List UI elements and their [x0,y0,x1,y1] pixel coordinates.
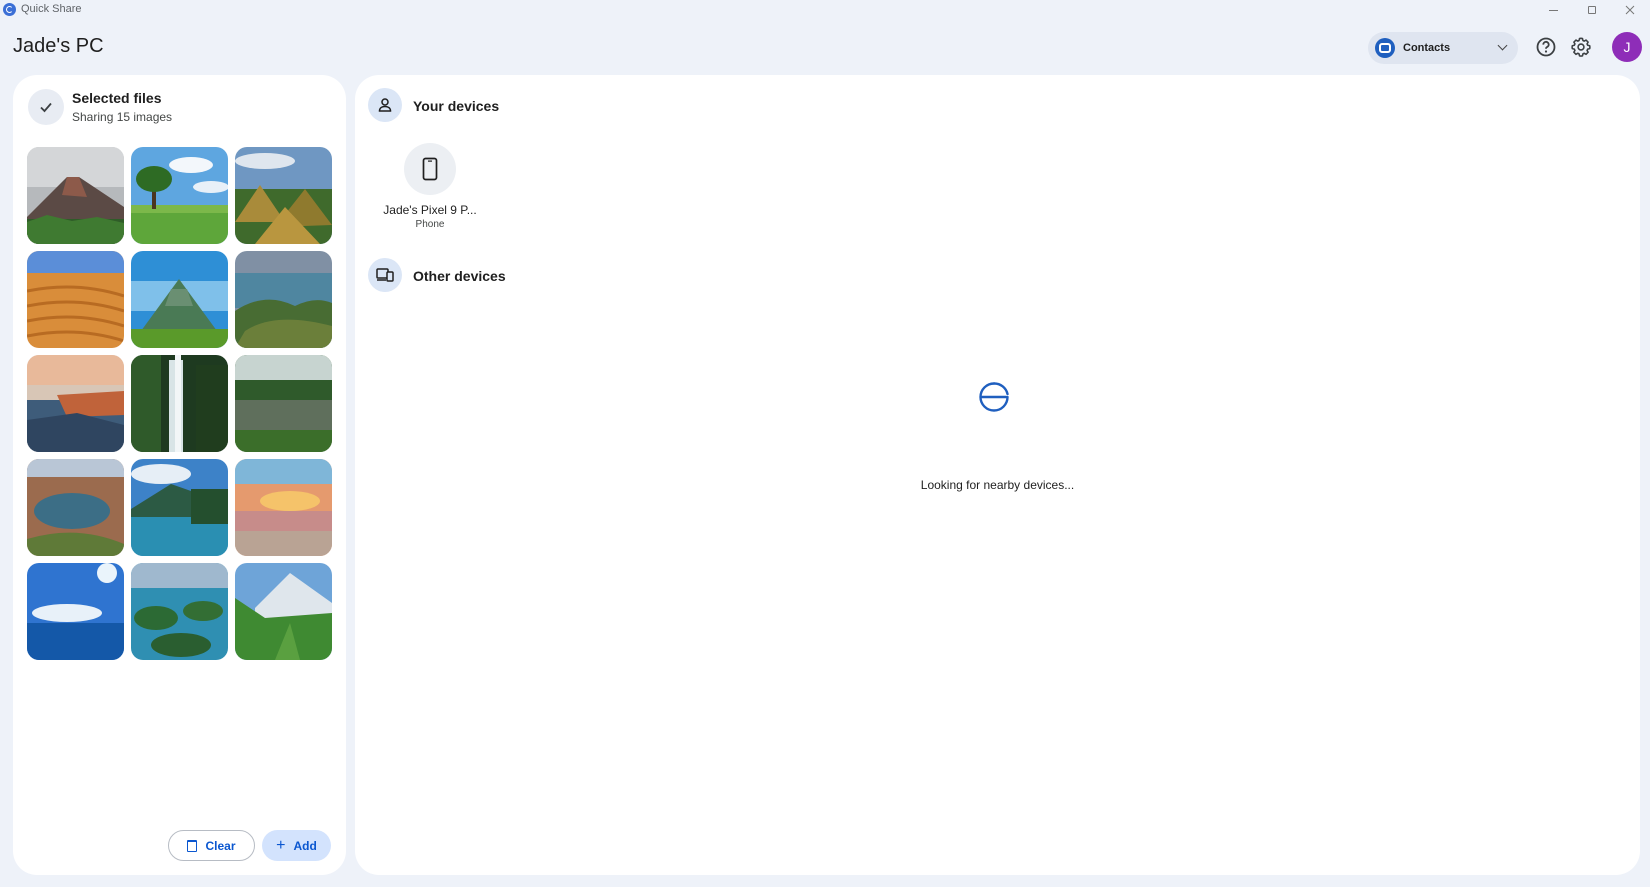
other-devices-title: Other devices [413,268,506,284]
help-icon[interactable] [1535,36,1557,58]
loading-spinner-icon [979,382,1009,412]
image-thumbnail[interactable] [131,355,228,452]
selected-files-title: Selected files [72,90,162,106]
quick-share-logo-icon [3,3,16,16]
clear-button[interactable]: Clear [168,830,255,861]
image-thumbnail[interactable] [235,355,332,452]
image-thumbnail[interactable] [235,459,332,556]
searching-status: Looking for nearby devices... [920,478,1075,492]
app-title: Quick Share [21,3,82,15]
image-thumbnail[interactable] [235,147,332,244]
device-type: Phone [415,219,445,230]
image-thumbnail[interactable] [27,355,124,452]
image-grid [27,147,333,660]
add-button[interactable]: + Add [262,830,331,861]
devices-panel: Your devices Jade's Pixel 9 P... Phone O… [355,75,1640,875]
image-thumbnail[interactable] [131,563,228,660]
devices-icon [368,258,402,292]
phone-icon [404,143,456,195]
title-bar: Quick Share [0,0,1650,20]
your-devices-title: Your devices [413,98,500,114]
trash-icon [187,839,198,852]
add-label: Add [293,838,317,853]
close-icon [1625,5,1635,15]
image-thumbnail[interactable] [235,563,332,660]
image-thumbnail[interactable] [131,147,228,244]
person-icon [368,88,402,122]
visibility-label: Contacts [1403,42,1451,54]
image-thumbnail[interactable] [27,147,124,244]
image-thumbnail[interactable] [235,251,332,348]
image-thumbnail[interactable] [27,251,124,348]
device-name-title: Jade's PC [13,35,104,57]
minimize-button[interactable] [1535,0,1571,20]
selected-files-panel: Selected files Sharing 15 images Clear +… [13,75,346,875]
close-button[interactable] [1612,0,1648,20]
account-avatar[interactable]: J [1612,32,1642,62]
clear-label: Clear [205,838,236,853]
device-tile[interactable]: Jade's Pixel 9 P... Phone [375,143,485,230]
image-thumbnail[interactable] [131,251,228,348]
plus-icon: + [276,836,286,854]
check-icon [28,89,64,125]
device-name: Jade's Pixel 9 P... [383,203,477,217]
maximize-button[interactable] [1574,0,1610,20]
image-thumbnail[interactable] [27,459,124,556]
visibility-dropdown[interactable]: Contacts [1368,32,1518,64]
selected-files-count: Sharing 15 images [72,110,173,124]
settings-gear-icon[interactable] [1570,36,1592,58]
image-thumbnail[interactable] [131,459,228,556]
chevron-down-icon [1497,40,1508,51]
image-thumbnail[interactable] [27,563,124,660]
contacts-icon [1375,38,1395,58]
